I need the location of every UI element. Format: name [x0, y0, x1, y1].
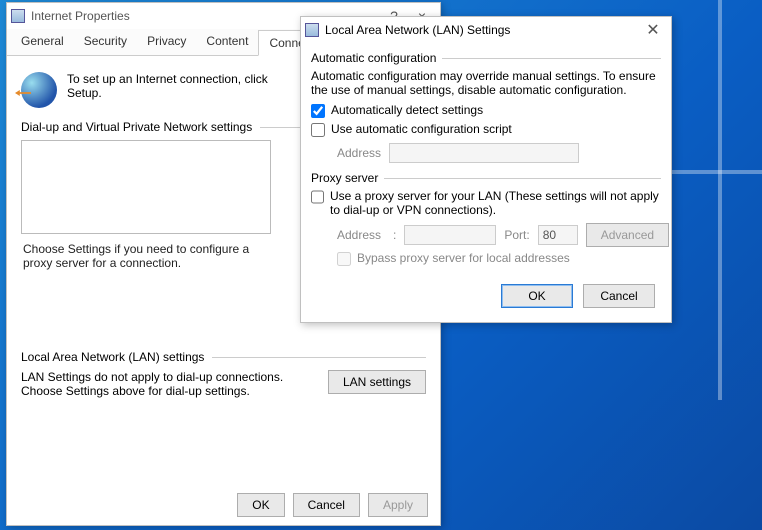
tab-content[interactable]: Content: [196, 29, 258, 55]
proxy-port-label: Port:: [504, 228, 529, 242]
advanced-button: Advanced: [586, 223, 669, 247]
lan-cancel-button[interactable]: Cancel: [583, 284, 655, 308]
proxy-label: Proxy server: [311, 171, 378, 185]
proxy-server-group: Proxy server Use a proxy server for your…: [311, 171, 661, 266]
tab-privacy[interactable]: Privacy: [137, 29, 196, 55]
lan-help-text: LAN Settings do not apply to dial-up con…: [21, 370, 316, 398]
internet-options-icon: [11, 9, 25, 23]
ok-button[interactable]: OK: [237, 493, 284, 517]
dialog-footer: OK Cancel Apply: [237, 493, 428, 517]
dialup-section-label: Dial-up and Virtual Private Network sett…: [21, 120, 252, 134]
auto-config-blurb: Automatic configuration may override man…: [311, 69, 661, 97]
setup-text: To set up an Internet connection, click …: [67, 72, 287, 100]
bypass-label: Bypass proxy server for local addresses: [357, 251, 570, 265]
lan-settings-window: Local Area Network (LAN) Settings ✕ Auto…: [300, 16, 672, 323]
use-proxy-label: Use a proxy server for your LAN (These s…: [330, 189, 661, 217]
proxy-address-input: [404, 225, 496, 245]
lan-section-label: Local Area Network (LAN) settings: [21, 350, 204, 364]
bypass-checkbox: [337, 252, 351, 266]
auto-detect-label: Automatically detect settings: [331, 103, 483, 117]
lan-ok-button[interactable]: OK: [501, 284, 573, 308]
auto-address-input: [389, 143, 579, 163]
tab-security[interactable]: Security: [74, 29, 137, 55]
proxy-address-label: Address: [337, 228, 385, 242]
globe-icon: [21, 72, 57, 108]
lan-settings-icon: [305, 23, 319, 37]
lan-dialog-footer: OK Cancel: [301, 274, 671, 322]
tab-general[interactable]: General: [11, 29, 74, 55]
lan-settings-button[interactable]: LAN settings: [328, 370, 426, 394]
auto-script-label: Use automatic configuration script: [331, 122, 512, 136]
use-proxy-checkbox[interactable]: [311, 190, 324, 204]
close-icon[interactable]: ✕: [639, 20, 667, 40]
apply-button[interactable]: Apply: [368, 493, 428, 517]
auto-script-checkbox[interactable]: [311, 123, 325, 137]
cancel-button[interactable]: Cancel: [293, 493, 360, 517]
auto-config-label: Automatic configuration: [311, 51, 436, 65]
window-title: Internet Properties: [31, 9, 130, 23]
auto-detect-checkbox[interactable]: [311, 104, 325, 118]
proxy-port-input: [538, 225, 578, 245]
automatic-configuration-group: Automatic configuration Automatic config…: [311, 51, 661, 163]
dialup-list[interactable]: [21, 140, 271, 234]
choose-settings-text: Choose Settings if you need to configure…: [23, 242, 273, 270]
auto-address-label: Address: [337, 146, 381, 160]
lan-window-title: Local Area Network (LAN) Settings: [325, 23, 510, 37]
lan-title-bar: Local Area Network (LAN) Settings ✕: [301, 17, 671, 43]
